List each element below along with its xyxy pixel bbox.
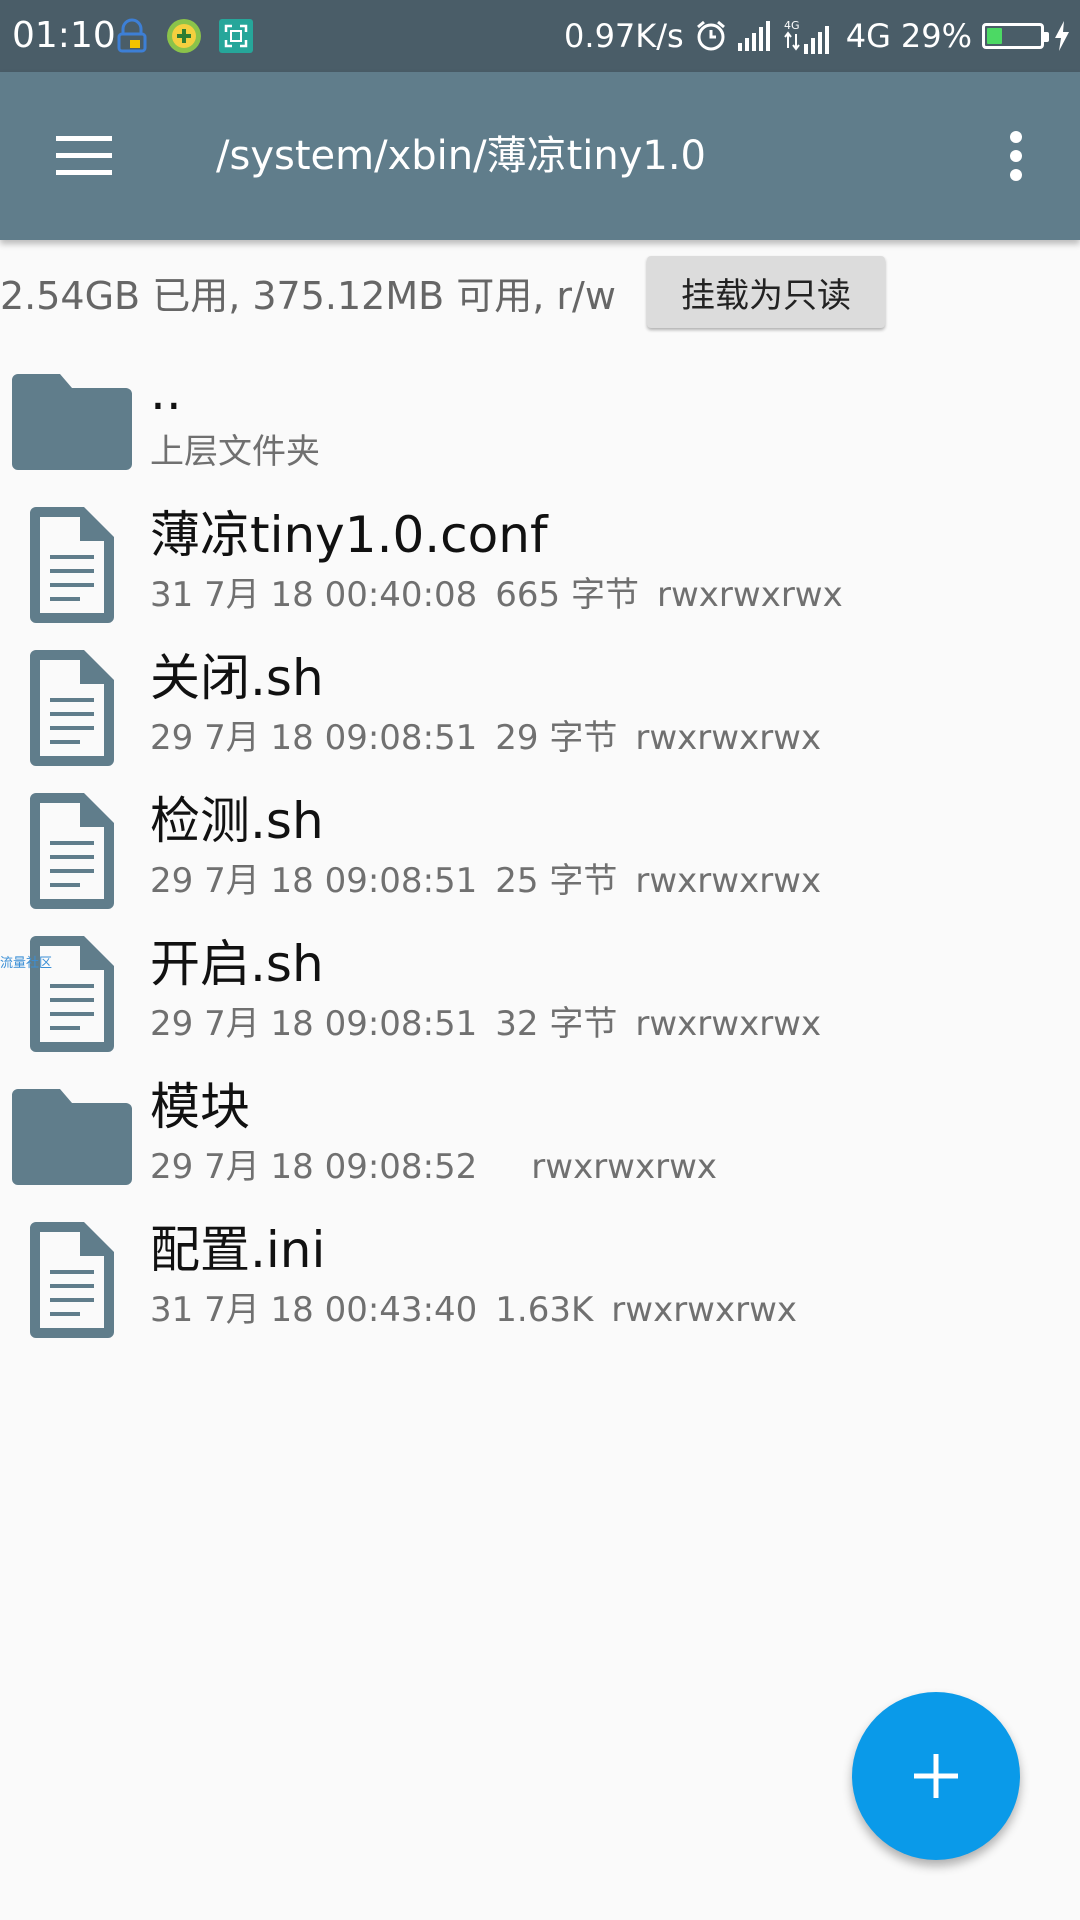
network-type: 4G <box>845 17 891 55</box>
item-date: 上层文件夹 <box>150 432 320 472</box>
more-vert-icon <box>1010 131 1022 181</box>
hamburger-menu-icon <box>56 136 112 175</box>
item-size: 665 字节 <box>495 575 639 615</box>
file-row[interactable]: 配置.ini 31 7月 18 00:43:40 1.63K rwxrwxrwx <box>0 1206 1080 1349</box>
battery-gauge <box>982 23 1049 49</box>
app-bar: /system/xbin/薄凉tiny1.0 <box>0 72 1080 240</box>
vpn-lock-icon <box>112 16 152 56</box>
item-permissions: rwxrwxrwx <box>635 718 822 758</box>
add-icon <box>914 1754 958 1798</box>
item-meta: 上层文件夹 <box>150 430 338 474</box>
battery-cap <box>1044 32 1049 42</box>
folder-row[interactable]: 模块 29 7月 18 09:08:52 rwxrwxrwx <box>0 1063 1080 1206</box>
item-meta: 29 7月 18 09:08:51 32 字节 rwxrwxrwx <box>150 1002 821 1046</box>
file-icon <box>12 1220 132 1340</box>
storage-info: 2.54GB 已用, 375.12MB 可用, r/w <box>0 274 616 318</box>
battery-fill <box>987 28 1002 44</box>
menu-button[interactable] <box>40 118 128 194</box>
file-row[interactable]: 开启.sh 29 7月 18 09:08:51 32 字节 rwxrwxrwx <box>0 920 1080 1063</box>
svg-text:4G: 4G <box>784 19 800 32</box>
status-bar: 01:10 0.97K/s 4G 4G 29% <box>0 0 1080 72</box>
item-name: 薄凉tiny1.0.conf <box>150 506 548 564</box>
add-coin-icon <box>164 16 204 56</box>
item-meta: 31 7月 18 00:40:08 665 字节 rwxrwxrwx <box>150 573 843 617</box>
item-permissions: rwxrwxrwx <box>611 1290 798 1330</box>
item-size: 25 字节 <box>495 861 618 901</box>
item-name: 开启.sh <box>150 935 324 993</box>
item-date: 29 7月 18 09:08:51 <box>150 1004 478 1044</box>
item-permissions: rwxrwxrwx <box>531 1147 718 1187</box>
item-size: 32 字节 <box>495 1004 618 1044</box>
screenshot-scan-icon <box>216 16 256 56</box>
charging-icon <box>1054 16 1070 56</box>
item-name: .. <box>150 363 182 421</box>
overflow-menu-button[interactable] <box>968 112 1064 200</box>
item-size: 1.63K <box>495 1290 594 1330</box>
battery-icon <box>982 16 1049 56</box>
status-app-icons <box>112 16 256 56</box>
item-name: 关闭.sh <box>150 649 324 707</box>
add-fab-button[interactable] <box>852 1692 1020 1860</box>
item-meta: 29 7月 18 09:08:51 25 字节 rwxrwxrwx <box>150 859 821 903</box>
item-permissions: rwxrwxrwx <box>635 1004 822 1044</box>
item-permissions: rwxrwxrwx <box>657 575 843 615</box>
folder-icon <box>12 1077 132 1197</box>
file-icon <box>12 505 132 625</box>
file-list: .. 上层文件夹薄凉tiny1.0.conf 31 7月 18 00:40:08 66… <box>0 348 1080 1349</box>
status-indicators: 0.97K/s 4G 4G 29% <box>564 16 1070 56</box>
file-icon <box>12 791 132 911</box>
watermark: 流量社区 <box>0 956 53 971</box>
file-row[interactable]: 关闭.sh 29 7月 18 09:08:51 29 字节 rwxrwxrwx <box>0 634 1080 777</box>
battery-percent: 29% <box>900 17 972 55</box>
item-date: 29 7月 18 09:08:51 <box>150 718 478 758</box>
storage-info-row: 2.54GB 已用, 375.12MB 可用, r/w 挂载为只读 <box>0 256 1080 336</box>
item-date: 31 7月 18 00:40:08 <box>150 575 478 615</box>
folder-row[interactable]: .. 上层文件夹 <box>0 348 1080 491</box>
item-date: 29 7月 18 09:08:52 <box>150 1147 478 1187</box>
mount-read-only-button[interactable]: 挂载为只读 <box>647 256 885 328</box>
status-time: 01:10 <box>12 15 116 56</box>
item-date: 29 7月 18 09:08:51 <box>150 861 478 901</box>
item-permissions: rwxrwxrwx <box>635 861 822 901</box>
item-date: 31 7月 18 00:43:40 <box>150 1290 478 1330</box>
signal-icon <box>737 16 774 56</box>
item-size: 29 字节 <box>495 718 618 758</box>
folder-icon <box>12 362 132 482</box>
item-name: 模块 <box>150 1078 250 1136</box>
item-name: 检测.sh <box>150 792 324 850</box>
network-speed: 0.97K/s <box>564 17 684 55</box>
alarm-icon <box>694 16 728 56</box>
item-meta: 29 7月 18 09:08:52 rwxrwxrwx <box>150 1145 717 1189</box>
signal-4g-icon: 4G <box>784 16 836 56</box>
file-row[interactable]: 薄凉tiny1.0.conf 31 7月 18 00:40:08 665 字节 rwx… <box>0 491 1080 634</box>
current-path-title: /system/xbin/薄凉tiny1.0 <box>216 133 706 179</box>
item-name: 配置.ini <box>150 1221 326 1279</box>
item-meta: 29 7月 18 09:08:51 29 字节 rwxrwxrwx <box>150 716 821 760</box>
item-meta: 31 7月 18 00:43:40 1.63K rwxrwxrwx <box>150 1288 797 1332</box>
file-icon <box>12 648 132 768</box>
file-row[interactable]: 检测.sh 29 7月 18 09:08:51 25 字节 rwxrwxrwx <box>0 777 1080 920</box>
